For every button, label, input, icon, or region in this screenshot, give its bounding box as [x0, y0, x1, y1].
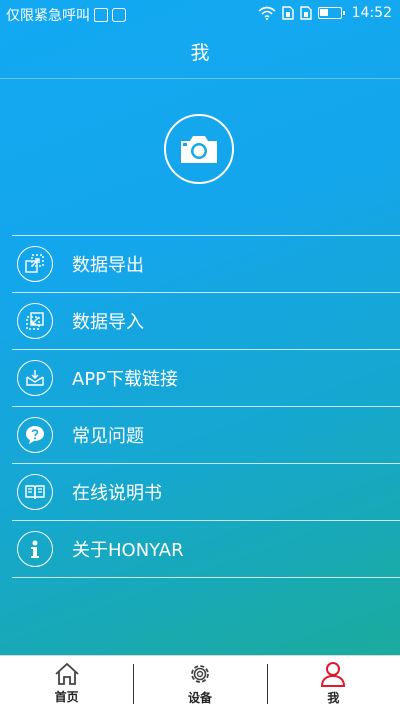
book-icon	[17, 474, 53, 510]
info-icon	[17, 531, 53, 567]
sim1-icon	[281, 6, 294, 20]
menu-item-about[interactable]: 关于HONYAR	[12, 520, 400, 578]
tab-devices[interactable]: 设备	[133, 656, 266, 711]
status-bar: 仅限紧急呼叫 14:52	[0, 0, 400, 28]
menu-item-label: 数据导出	[72, 255, 144, 276]
wifi-icon	[258, 6, 276, 20]
menu-item-label: 在线说明书	[72, 483, 162, 504]
import-icon	[17, 303, 53, 339]
tab-divider	[133, 664, 134, 704]
carrier-text: 仅限紧急呼叫	[6, 8, 90, 24]
avatar-camera-button[interactable]	[164, 114, 234, 184]
tab-label: 我	[327, 691, 340, 705]
question-icon	[17, 417, 53, 453]
gear-icon	[191, 665, 209, 683]
menu-item-label: APP下载链接	[72, 369, 179, 390]
tab-home[interactable]: 首页	[0, 656, 133, 711]
menu-item-data-import[interactable]: 数据导入	[12, 292, 400, 349]
camera-icon	[181, 136, 217, 163]
tab-divider	[267, 664, 268, 704]
menu-item-label: 常见问题	[72, 426, 144, 447]
battery-icon	[317, 7, 345, 19]
tab-me[interactable]: 我	[267, 656, 400, 711]
download-icon	[17, 360, 53, 396]
menu-item-label: 数据导入	[72, 312, 144, 333]
status-time: 14:52	[351, 5, 392, 21]
image-notification-icon	[94, 8, 108, 22]
menu-item-app-download[interactable]: APP下载链接	[12, 349, 400, 406]
menu-item-label: 关于HONYAR	[72, 540, 184, 561]
sim2-icon	[299, 6, 312, 20]
page-title: 我	[190, 42, 210, 64]
menu-list: 数据导出 数据导入 APP下载链接 常见问题 在线说明书 关于HONYAR	[12, 235, 400, 578]
user-icon	[321, 662, 346, 687]
tab-label: 设备	[187, 691, 212, 705]
menu-item-faq[interactable]: 常见问题	[12, 406, 400, 463]
export-icon	[17, 246, 53, 282]
bottom-tab-bar: 首页 设备 我	[0, 655, 400, 711]
android-notification-icon	[112, 8, 126, 22]
home-icon	[55, 662, 79, 685]
tab-label: 首页	[54, 690, 79, 704]
menu-item-online-manual[interactable]: 在线说明书	[12, 463, 400, 520]
menu-item-data-export[interactable]: 数据导出	[12, 235, 400, 292]
page-header: 我	[0, 28, 400, 79]
